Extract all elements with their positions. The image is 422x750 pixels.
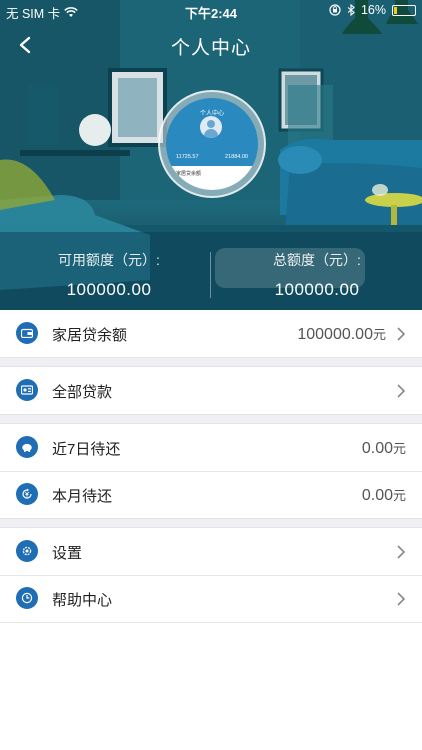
bluetooth-icon [347,4,355,16]
total-quota: 总额度（元）: 100000.00 [232,250,402,300]
section-divider [0,357,422,367]
profile-preview: 个人中心 11725.57 21884.00 家居贷余额 [158,90,266,198]
menu-item-label: 帮助中心 [52,592,113,609]
status-bar: 无 SIM 卡 下午2:44 16% [0,0,422,22]
preview-card: 家居贷余额 [166,166,258,190]
status-right: 16% [329,3,416,17]
wallet-icon [16,322,38,344]
preview-right-value: 21884.00 [225,154,248,160]
available-quota-value: 100000.00 [66,280,152,299]
rotation-lock-icon [329,4,341,16]
menu-item-all-loans[interactable]: 全部贷款 [0,367,422,414]
profile-hero: 无 SIM 卡 下午2:44 16% 个人中心 个人中心 11725.57 21… [0,0,422,310]
menu-item-label: 近7日待还 [52,441,121,458]
menu-item-settings[interactable]: 设置 [0,528,422,575]
nav-bar: 个人中心 [0,26,422,64]
chevron-right-icon [397,545,406,559]
battery-level [394,6,397,14]
quota-divider [210,252,211,298]
preview-values: 11725.57 21884.00 [170,154,254,160]
menu-item-due-7-days[interactable]: 近7日待还 0.00元 [0,424,422,471]
menu-item-label: 本月待还 [52,488,113,505]
avatar-icon [200,116,222,138]
available-quota: 可用额度（元）: 100000.00 [24,250,194,300]
yuan-cycle-icon [16,483,38,505]
quota-summary: 可用额度（元）: 100000.00 总额度（元）: 100000.00 [0,240,422,310]
home-loan-balance-value: 100000.00元 [297,326,386,343]
menu-item-home-loan-balance[interactable]: 家居贷余额 100000.00元 [0,310,422,357]
preview-card-label: 家居贷余额 [176,171,202,177]
total-quota-value: 100000.00 [274,280,360,299]
section-divider [0,414,422,424]
menu-item-due-this-month[interactable]: 本月待还 0.00元 [0,471,422,518]
chevron-right-icon [397,327,406,341]
available-quota-label: 可用额度（元）: [58,252,160,268]
menu-item-label: 全部贷款 [52,384,113,401]
gear-icon [16,540,38,562]
battery-icon [392,4,416,16]
menu-item-label: 家居贷余额 [52,327,128,344]
preview-left-value: 11725.57 [176,154,199,160]
preview-screen: 个人中心 11725.57 21884.00 家居贷余额 [166,98,258,190]
page-title: 个人中心 [170,38,251,59]
total-quota-label: 总额度（元）: [273,252,361,268]
empty-area [0,622,422,750]
due-7-days-value: 0.00元 [361,440,406,457]
loan-list-icon [16,379,38,401]
clock-icon [16,587,38,609]
menu-list: 家居贷余额 100000.00元 全部贷款 近7日待还 0.00元 本月待还 0… [0,310,422,622]
due-this-month-value: 0.00元 [361,487,406,504]
chevron-right-icon [397,592,406,606]
piggy-bank-icon [16,436,38,458]
menu-item-label: 设置 [52,545,83,562]
chevron-right-icon [397,384,406,398]
section-divider [0,518,422,528]
battery-percent: 16% [360,3,386,17]
menu-item-help-center[interactable]: 帮助中心 [0,575,422,622]
